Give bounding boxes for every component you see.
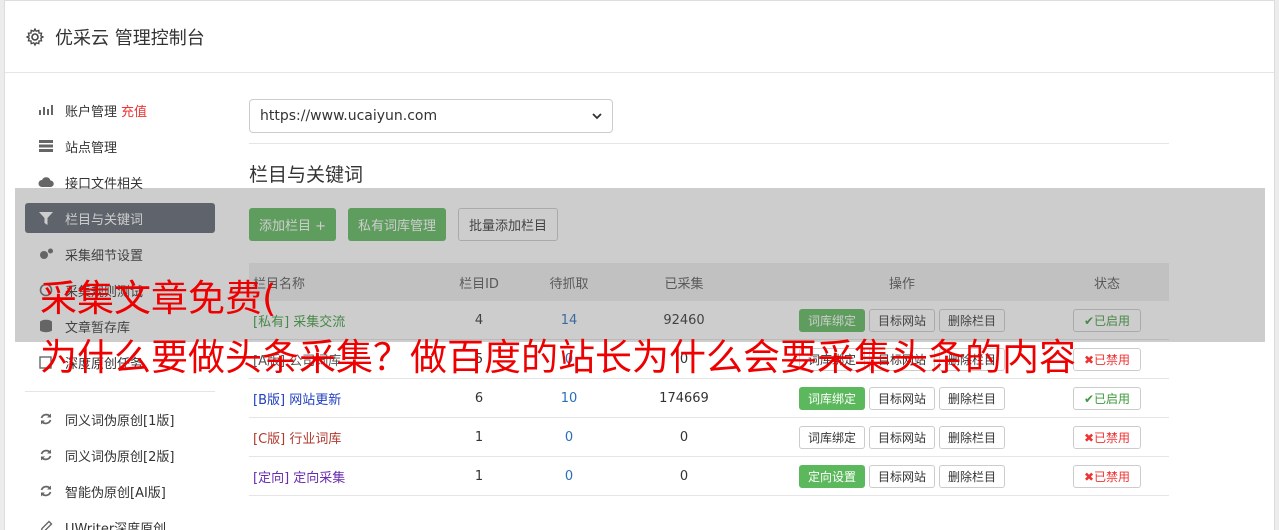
panel-header: 优采云 管理控制台 [5,1,1274,73]
sidebar-item-sites[interactable]: 站点管理 [25,131,215,161]
gear-icon [25,27,45,46]
refresh-icon [37,412,55,426]
row-actions: 词库绑定 目标网站 删除栏目 [759,386,1045,410]
sidebar-divider [25,391,215,392]
table-row: [C版] 行业词库 1 0 0 词库绑定 目标网站 删除栏目 ✖已禁用 [249,418,1169,457]
column-name-cell[interactable]: [定向] 定向采集 [249,467,429,486]
status-toggle[interactable]: ✖已禁用 [1072,347,1142,371]
row-actions: 定向设置 目标网站 删除栏目 [759,464,1045,488]
sidebar-item-synonym-v1[interactable]: 同义词伪原创[1版] [25,404,215,434]
collected-count: 0 [679,429,689,445]
pending-count[interactable]: 10 [529,391,609,406]
site-select-value: https://www.ucaiyun.com [260,108,438,124]
sidebar-item-label: 同义词伪原创[1版] [65,413,175,429]
column-name-cell[interactable]: [B版] 网站更新 [249,389,429,408]
pending-count[interactable]: 0 [529,430,609,445]
sidebar-item-uwriter[interactable]: UWriter深度原创 [25,512,215,530]
sidebar-item-ai-original[interactable]: 智能伪原创[AI版] [25,476,215,506]
bind-lib-button[interactable]: 定向设置 [798,464,865,488]
collected-count: 174669 [659,390,709,406]
target-site-button[interactable]: 目标网站 [868,425,935,449]
overlay-headline: 采集文章免费( [40,277,277,320]
refresh-icon [37,448,55,462]
server-icon [37,139,55,153]
status-toggle[interactable]: ✖已禁用 [1072,425,1142,449]
recharge-link[interactable]: 充值 [121,101,147,120]
divider [249,143,1169,144]
status-toggle[interactable]: ✔已启用 [1072,386,1142,410]
collected-count: 0 [679,468,689,484]
bind-lib-button[interactable]: 词库绑定 [798,386,865,410]
column-id: 1 [474,429,484,445]
sidebar-item-label: UWriter深度原创 [65,521,167,530]
delete-column-button[interactable]: 删除栏目 [939,386,1006,410]
column-name: 网站更新 [289,392,342,408]
bind-lib-button[interactable]: 词库绑定 [798,425,865,449]
refresh-icon [37,484,55,498]
page-title: 优采云 管理控制台 [55,27,205,49]
column-name: 定向采集 [293,470,346,486]
status-toggle[interactable]: ✖已禁用 [1072,464,1142,488]
sidebar-item-account[interactable]: 账户管理 充值 [25,95,215,125]
sidebar-item-label: 智能伪原创[AI版] [65,485,166,501]
sidebar-item-synonym-v2[interactable]: 同义词伪原创[2版] [25,440,215,470]
delete-column-button[interactable]: 删除栏目 [939,425,1006,449]
table-row: [定向] 定向采集 1 0 0 定向设置 目标网站 删除栏目 ✖已禁用 [249,457,1169,496]
column-id: 1 [474,468,484,484]
sidebar-item-label: 同义词伪原创[2版] [65,449,175,465]
site-select[interactable]: https://www.ucaiyun.com [249,99,613,133]
status-cell: ✔已启用 [1045,386,1169,410]
delete-column-button[interactable]: 删除栏目 [939,464,1006,488]
status-cell: ✖已禁用 [1045,425,1169,449]
cloud-upload-icon [37,175,55,189]
section-title: 栏目与关键词 [249,164,364,186]
overlay-subheadline: 为什么要做头条采集？做百度的站长为什么会要采集头条的内容 [40,336,1076,379]
column-id: 6 [474,390,484,406]
target-site-button[interactable]: 目标网站 [868,386,935,410]
chevron-down-icon [592,112,602,119]
column-tag: [定向] [253,470,290,486]
sidebar-item-label: 站点管理 [65,140,118,156]
column-name: 行业词库 [289,431,342,447]
column-tag: [B版] [253,392,286,408]
row-actions: 词库绑定 目标网站 删除栏目 [759,425,1045,449]
status-cell: ✖已禁用 [1045,464,1169,488]
target-site-button[interactable]: 目标网站 [868,464,935,488]
pending-count[interactable]: 0 [529,469,609,484]
table-row: [B版] 网站更新 6 10 174669 词库绑定 目标网站 删除栏目 ✔已启用 [249,379,1169,418]
column-name-cell[interactable]: [C版] 行业词库 [249,428,429,447]
sidebar-item-label: 账户管理 [65,104,118,120]
bar-chart-icon [37,103,55,117]
column-tag: [C版] [253,431,286,447]
pencil-icon [37,520,55,530]
